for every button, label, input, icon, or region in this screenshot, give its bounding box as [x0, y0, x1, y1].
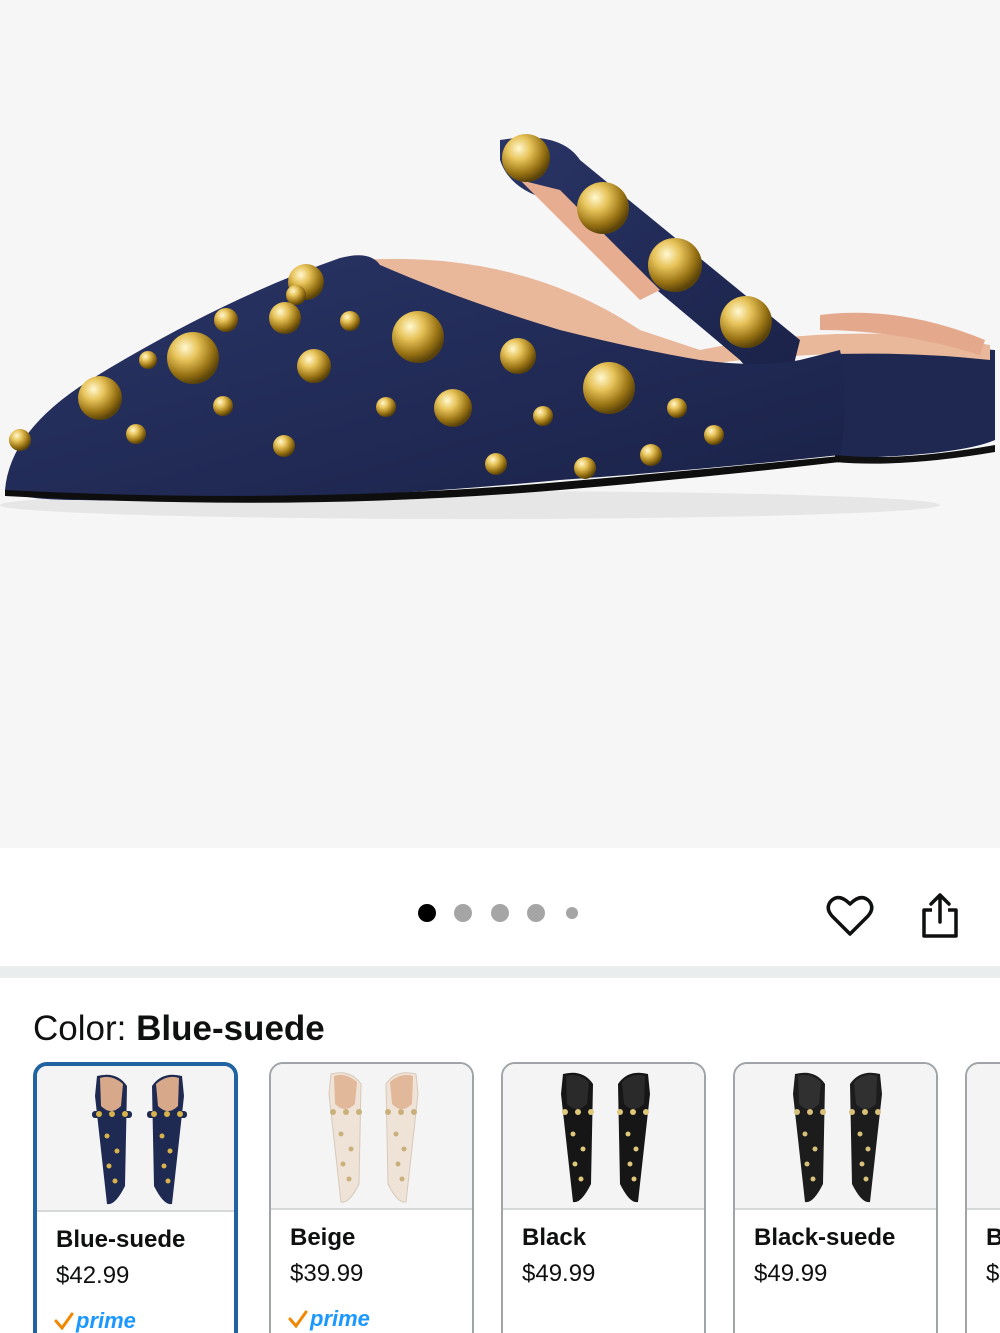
swatch-price: $42.99 [56, 1262, 130, 1289]
image-action-bar [0, 848, 1000, 966]
product-image-carousel[interactable] [0, 0, 1000, 848]
color-swatch-black[interactable]: Black $49.99 [501, 1062, 706, 1333]
section-divider [0, 966, 1000, 978]
swatch-name: Black-suede [754, 1224, 896, 1251]
swatch-thumbnail [967, 1064, 1000, 1210]
favorite-button[interactable] [822, 888, 878, 944]
swatch-price: $49.99 [522, 1260, 596, 1287]
color-swatch-list[interactable]: Blue-suede $42.99 prime Beige $39.99 pri… [0, 1062, 1000, 1333]
color-swatch-blue-suede[interactable]: Blue-suede $42.99 prime [33, 1062, 238, 1333]
share-button[interactable] [912, 888, 968, 944]
prime-badge: prime [54, 1306, 136, 1333]
share-icon [922, 893, 958, 938]
shoe-pair-thumbnail [793, 1072, 882, 1203]
color-label: Color: [33, 1009, 137, 1048]
color-swatch-partial[interactable]: B $4 [965, 1062, 1000, 1333]
swatch-thumbnail [37, 1066, 234, 1212]
prime-label: prime [310, 1306, 370, 1331]
carousel-dot-5[interactable] [566, 907, 578, 919]
prime-label: prime [76, 1308, 136, 1333]
swatch-name: Beige [290, 1224, 356, 1251]
swatch-thumbnail [735, 1064, 936, 1210]
carousel-dot-1[interactable] [418, 904, 436, 922]
shoe-pair-thumbnail [328, 1072, 419, 1203]
carousel-dot-4[interactable] [527, 904, 545, 922]
color-swatch-beige[interactable]: Beige $39.99 prime [269, 1062, 474, 1333]
shoe-pair-thumbnail [561, 1072, 650, 1203]
prime-check-icon [54, 1312, 74, 1330]
swatch-thumbnail [503, 1064, 704, 1210]
swatch-price: $39.99 [290, 1260, 364, 1287]
shoe-pair-thumbnail [92, 1074, 187, 1205]
prime-badge: prime [288, 1304, 370, 1333]
heart-icon [826, 895, 874, 936]
carousel-dot-3[interactable] [491, 904, 509, 922]
color-swatch-black-suede[interactable]: Black-suede $49.99 [733, 1062, 938, 1333]
swatch-thumbnail [271, 1064, 472, 1210]
prime-check-icon [288, 1310, 308, 1328]
selected-color-value: Blue-suede [136, 1009, 325, 1048]
swatch-name: Black [522, 1224, 587, 1251]
swatch-name: B [986, 1224, 1000, 1252]
swatch-price: $4 [986, 1260, 1000, 1287]
color-selector-label: Color: Blue-suede [33, 1008, 325, 1050]
swatch-price: $49.99 [754, 1260, 828, 1287]
product-image [0, 134, 995, 519]
swatch-name: Blue-suede [56, 1226, 186, 1253]
carousel-dot-2[interactable] [454, 904, 472, 922]
